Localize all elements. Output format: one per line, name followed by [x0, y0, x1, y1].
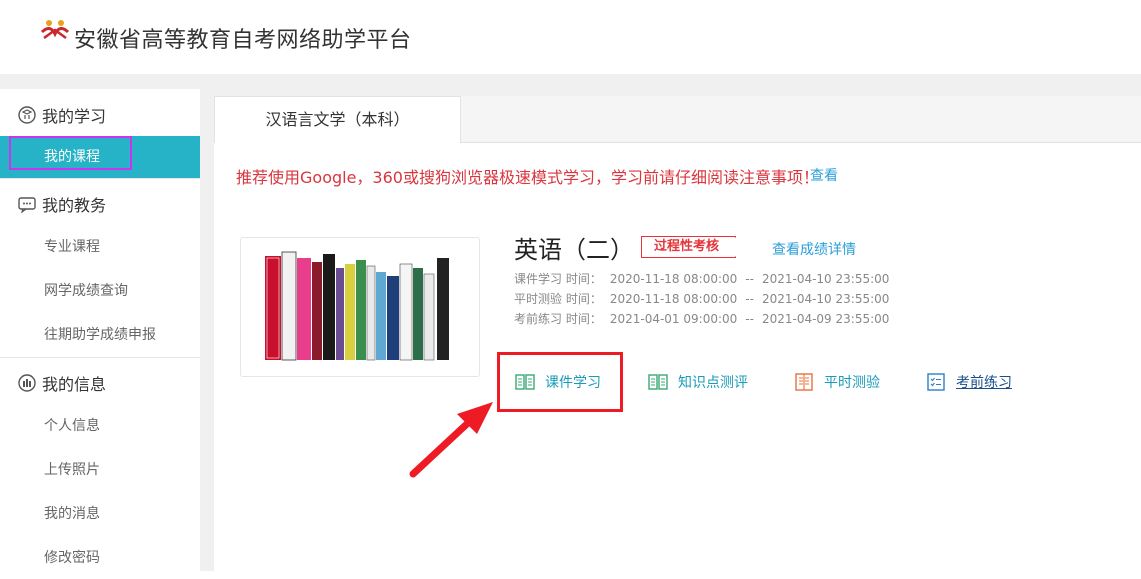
time-start: 2021-04-01 09:00:00: [609, 312, 738, 326]
pre-exam-practice-button[interactable]: 考前练习: [926, 370, 1012, 394]
tab-bar: 汉语言文学（本科）: [214, 96, 1141, 143]
time-row-quiz: 平时测验 时间： 2020-11-18 08:00:00 -- 2021-04-10 …: [514, 290, 897, 307]
info-icon: [18, 374, 36, 392]
time-separator: --: [745, 292, 754, 306]
site-title: 安徽省高等教育自考网络助学平台: [74, 28, 412, 53]
sidebar-item-my-messages[interactable]: 我的消息: [0, 493, 200, 535]
badge-label: 过程性考核: [654, 239, 720, 254]
highlight-box: [497, 352, 623, 412]
sidebar-group-my-study[interactable]: 我的学习: [18, 103, 106, 127]
sidebar-item-past-score-report[interactable]: 往期助学成绩申报: [0, 314, 200, 356]
browser-notice: 推荐使用Google，360或搜狗浏览器极速模式学习，学习前请仔细阅读注意事项！: [236, 168, 819, 187]
study-icon: [18, 106, 36, 124]
logo-icon: [40, 20, 70, 40]
course-thumbnail[interactable]: [240, 237, 480, 377]
time-start: 2020-11-18 08:00:00: [609, 292, 738, 306]
time-separator: --: [745, 312, 754, 326]
active-item-annotation: [9, 136, 132, 170]
sidebar-item-change-password[interactable]: 修改密码: [0, 537, 200, 579]
sidebar-item-upload-photo[interactable]: 上传照片: [0, 449, 200, 491]
regular-quiz-button[interactable]: 平时测验: [794, 370, 880, 394]
time-start: 2020-11-18 08:00:00: [609, 272, 738, 286]
chat-icon: [18, 197, 36, 213]
divider: [0, 357, 200, 358]
time-label: 平时测验 时间：: [514, 292, 602, 306]
knowledge-assessment-button[interactable]: 知识点测评: [648, 370, 748, 394]
action-label: 平时测验: [824, 375, 880, 391]
time-label: 考前练习 时间：: [514, 312, 602, 326]
time-end: 2021-04-10 23:55:00: [761, 272, 890, 286]
action-label: 考前练习: [956, 375, 1012, 391]
process-assessment-badge: 过程性考核: [641, 236, 737, 258]
sidebar-group-label: 我的信息: [42, 375, 107, 394]
time-end: 2021-04-09 23:55:00: [761, 312, 890, 326]
sidebar-item-personal-info[interactable]: 个人信息: [0, 405, 200, 447]
course-title: 英语（二）: [514, 236, 634, 264]
sidebar-group-my-info[interactable]: 我的信息: [18, 371, 106, 395]
time-row-pre-exam: 考前练习 时间： 2021-04-01 09:00:00 -- 2021-04-09 …: [514, 310, 897, 327]
sidebar-group-label: 我的教务: [42, 196, 107, 215]
pointer-arrow: [409, 402, 493, 478]
divider: [0, 178, 200, 179]
time-separator: --: [745, 272, 754, 286]
books-image: [265, 251, 449, 361]
sidebar-group-my-academic[interactable]: 我的教务: [18, 192, 106, 216]
time-end: 2021-04-10 23:55:00: [761, 292, 890, 306]
tab-chinese-literature[interactable]: 汉语言文学（本科）: [214, 96, 461, 143]
sidebar-item-score-query[interactable]: 网学成绩查询: [0, 270, 200, 312]
notice-view-link[interactable]: 查看: [810, 165, 838, 185]
time-label: 课件学习 时间：: [514, 272, 602, 286]
action-label: 知识点测评: [678, 375, 748, 391]
header: 安徽省高等教育自考网络助学平台: [0, 0, 1141, 74]
sidebar-item-major-courses[interactable]: 专业课程: [0, 226, 200, 268]
notebook-icon: [795, 373, 813, 391]
time-row-courseware: 课件学习 时间： 2020-11-18 08:00:00 -- 2021-04-10 …: [514, 270, 897, 287]
book-open-icon: [648, 374, 668, 390]
checklist-icon: [927, 373, 945, 391]
score-details-link[interactable]: 查看成绩详情: [772, 239, 856, 259]
badge-notch: [727, 237, 737, 257]
sidebar-group-label: 我的学习: [42, 107, 107, 126]
